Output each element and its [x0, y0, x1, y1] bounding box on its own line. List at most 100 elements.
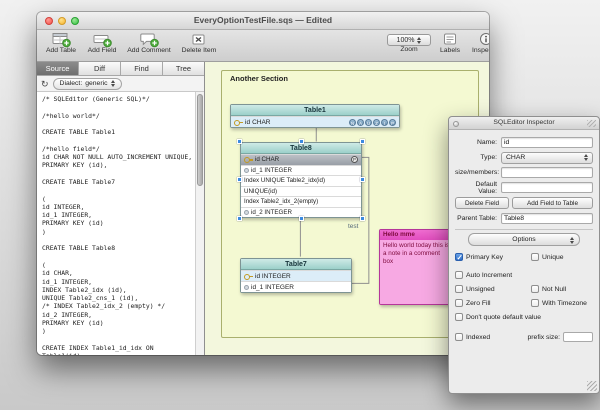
table8-index2-row[interactable]: Index Table2_idx_2(empty) — [241, 196, 361, 207]
close-button[interactable] — [45, 17, 53, 25]
selection-handle[interactable] — [360, 139, 365, 144]
table-entity-table1[interactable]: Table1 id CHAR N A U Z I P — [230, 104, 400, 128]
checkbox-icon[interactable] — [455, 285, 463, 293]
table7-field-id[interactable]: id INTEGER — [241, 270, 351, 281]
comment-box[interactable]: Hello mme Hello world today this is a no… — [379, 229, 455, 305]
selection-handle[interactable] — [237, 177, 242, 182]
minimize-button[interactable] — [58, 17, 66, 25]
diagram-canvas[interactable]: Another Section test Table1 id CHAR — [205, 62, 489, 355]
connector-label[interactable]: test — [348, 223, 358, 230]
zoom-control[interactable]: 100% Zoom — [385, 31, 433, 53]
dialect-dropdown[interactable]: Dialect: generic — [53, 78, 122, 90]
prefix-size-field[interactable] — [563, 332, 593, 342]
selection-handle[interactable] — [299, 216, 304, 221]
checkbox-not-null[interactable]: Not Null — [531, 285, 566, 293]
add-table-button[interactable]: Add Table — [41, 31, 81, 54]
selection-handle[interactable] — [360, 177, 365, 182]
zero-fill-label: Zero Fill — [466, 300, 491, 307]
tab-tree[interactable]: Tree — [163, 62, 204, 75]
type-dropdown[interactable]: CHAR — [501, 152, 593, 164]
checkbox-dont-quote[interactable]: Don't quote default value — [455, 313, 541, 321]
checkbox-primary-key[interactable]: ✓ Primary Key — [455, 253, 531, 261]
name-field[interactable] — [501, 137, 593, 148]
add-field-to-table-button[interactable]: Add Field to Table — [512, 197, 593, 209]
section-another[interactable]: Another Section test Table1 id CHAR — [221, 70, 479, 338]
add-comment-button[interactable]: Add Comment — [123, 31, 175, 54]
inspector-panel[interactable]: SQLEditor Inspector Name: Type: CHAR siz… — [448, 116, 600, 394]
prefix-size-label: prefix size: — [528, 334, 560, 341]
table8-index-row[interactable]: Index UNIQUE Table2_idx(id) — [241, 175, 361, 186]
table8-unique-row[interactable]: UNIQUE(id) — [241, 186, 361, 197]
badge-unique-icon[interactable]: U — [365, 119, 372, 126]
checkbox-icon[interactable] — [531, 299, 539, 307]
checkbox-icon[interactable] — [455, 333, 463, 341]
primary-key-icon — [234, 119, 243, 125]
selection-handle[interactable] — [237, 216, 242, 221]
checkbox-unsigned[interactable]: Unsigned — [455, 285, 531, 293]
parent-table-field[interactable] — [501, 213, 593, 224]
zoom-dropdown[interactable]: 100% — [387, 34, 431, 46]
sql-source-editor[interactable]: /* SQLEditor (Generic SQL)*/ /*hello wor… — [37, 92, 204, 355]
tab-find[interactable]: Find — [121, 62, 163, 75]
palette-resize-icon[interactable] — [587, 381, 597, 391]
size-field[interactable] — [501, 167, 593, 178]
badge-not-null-icon[interactable]: N — [349, 119, 356, 126]
table7-header[interactable]: Table7 — [241, 259, 351, 270]
checkbox-row: Indexed prefix size: — [455, 330, 593, 344]
selection-handle[interactable] — [360, 216, 365, 221]
refresh-icon[interactable]: ↻ — [41, 79, 49, 89]
comment-body[interactable]: Hello world today this is a note in a co… — [380, 240, 454, 304]
checkbox-icon[interactable] — [455, 271, 463, 279]
options-dropdown[interactable]: Options — [468, 233, 580, 246]
table1-header[interactable]: Table1 — [231, 105, 399, 116]
checkbox-auto-increment[interactable]: Auto Increment — [455, 271, 512, 279]
default-value-field[interactable] — [501, 182, 593, 193]
table-entity-table8[interactable]: Table8 id CHAR P id_1 INTEGER Index UNIQ… — [240, 142, 362, 218]
delete-item-button[interactable]: Delete Item — [177, 31, 221, 54]
table7-field-id1[interactable]: id_1 INTEGER — [241, 281, 351, 292]
checkbox-indexed[interactable]: Indexed — [455, 333, 490, 341]
badge-indexed-icon[interactable]: I — [381, 119, 388, 126]
add-field-icon — [91, 31, 113, 48]
source-scrollbar[interactable] — [195, 92, 204, 355]
tab-source[interactable]: Source — [37, 62, 79, 75]
source-pane: Source Diff Find Tree ↻ Dialect: generic… — [37, 62, 205, 355]
checkbox-icon[interactable] — [531, 253, 539, 261]
badge-auto-increment-icon[interactable]: A — [357, 119, 364, 126]
toolbar: Add Table Add Field Add Comment — [37, 30, 489, 62]
badge-primary-icon[interactable]: P — [389, 119, 396, 126]
labels-button[interactable]: Labels — [435, 31, 465, 54]
checkbox-with-timezone[interactable]: With Timezone — [531, 299, 587, 307]
traffic-lights — [45, 17, 79, 25]
badge-zerofill-icon[interactable]: Z — [373, 119, 380, 126]
selection-handle[interactable] — [299, 139, 304, 144]
dropdown-arrows-icon — [417, 37, 421, 44]
palette-collapse-icon[interactable] — [587, 120, 596, 127]
checkbox-checked-icon[interactable]: ✓ — [455, 253, 463, 261]
parent-table-row: Parent Table: — [455, 211, 593, 226]
checkbox-icon[interactable] — [455, 313, 463, 321]
add-field-label: Add Field — [83, 47, 121, 54]
add-field-button[interactable]: Add Field — [83, 31, 121, 54]
palette-close-button[interactable] — [453, 121, 459, 127]
zoom-window-button[interactable] — [71, 17, 79, 25]
table-entity-table7[interactable]: Table7 id INTEGER id_1 INTEGER — [240, 258, 352, 293]
table8-field-id1[interactable]: id_1 INTEGER — [241, 165, 361, 176]
scrollbar-thumb[interactable] — [197, 94, 203, 186]
tab-diff[interactable]: Diff — [79, 62, 121, 75]
title-bar[interactable]: EveryOptionTestFile.sqs — Edited — [37, 12, 489, 30]
inspector-icon — [477, 31, 489, 48]
inspector-title: SQLEditor Inspector — [449, 117, 599, 129]
checkbox-icon[interactable] — [455, 299, 463, 307]
delete-field-button[interactable]: Delete Field — [455, 197, 509, 209]
table8-field-id[interactable]: id CHAR P — [241, 154, 361, 165]
inspector-button[interactable]: Inspector — [467, 31, 489, 54]
checkbox-zero-fill[interactable]: Zero Fill — [455, 299, 531, 307]
table1-field-id[interactable]: id CHAR N A U Z I P — [231, 116, 399, 127]
checkbox-icon[interactable] — [531, 285, 539, 293]
selection-handle[interactable] — [237, 139, 242, 144]
comment-title[interactable]: Hello mme — [380, 230, 454, 240]
checkbox-unique[interactable]: Unique — [531, 253, 564, 261]
inspector-titlebar[interactable]: SQLEditor Inspector — [449, 117, 599, 130]
table8-header[interactable]: Table8 — [241, 143, 361, 154]
